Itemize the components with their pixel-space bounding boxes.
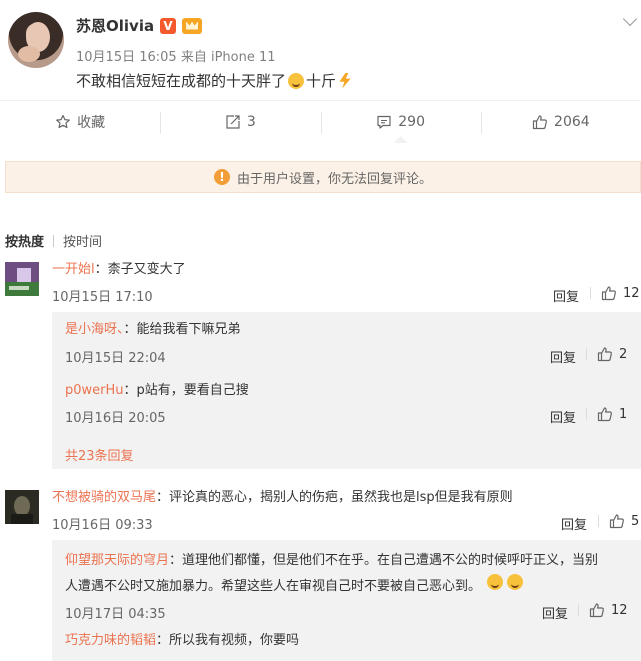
thumbs-up-icon (597, 347, 612, 362)
comments-section: ! 由于用户设置，你无法回复评论。 按热度 按时间 一开始l：柰子又变大了 10… (0, 143, 641, 661)
favorite-button[interactable]: 收藏 (0, 101, 160, 143)
divider (578, 604, 579, 616)
like-count: 2064 (554, 114, 590, 130)
reply-button[interactable]: 回复 (550, 347, 576, 366)
favorite-label: 收藏 (77, 115, 106, 131)
commenter-avatar[interactable] (5, 262, 39, 296)
weibo-post: 苏恩Olivia V 10月15日 16:05 来自 iPhone 11 不敢相… (0, 0, 641, 143)
repost-count: 3 (246, 114, 256, 130)
reply-time: 10月15日 22:04 (65, 351, 166, 366)
comment-body: ：评论真的恶心，揭别人的伤疤，虽然我也是lsp但是我有原则 (156, 490, 513, 505)
verified-v-icon[interactable]: V (160, 17, 177, 34)
commenter-avatar[interactable] (5, 490, 39, 524)
comment-text: 不想被骑的双马尾：评论真的恶心，揭别人的伤疤，虽然我也是lsp但是我有原则 (52, 488, 513, 508)
notice-text: 由于用户设置，你无法回复评论。 (236, 171, 432, 187)
lightning-bolt-icon (339, 72, 351, 89)
reply-thread: 仰望那天际的穹月：道理他们都懂，但是他们不在乎。在自己遭遇不公的时候呼吁正义，当… (52, 540, 641, 661)
action-bar: 收藏 3 290 2064 (0, 100, 641, 143)
comment-time: 10月16日 09:33 (52, 518, 153, 533)
comment-like-button[interactable]: 5 (598, 513, 639, 529)
reply-text: p0werHu：p站有，要看自己搜 (65, 381, 249, 401)
post-text: 不敢相信短短在成都的十天胖了 十斤 (76, 70, 352, 91)
sort-tabs: 按热度 按时间 (5, 231, 102, 250)
tab-sort-time[interactable]: 按时间 (63, 231, 102, 250)
author-name-row: 苏恩Olivia V (76, 15, 203, 36)
comment-body: ：柰子又变大了 (94, 262, 186, 277)
source-prefix: 来自 (180, 50, 207, 65)
reply-body: ：p站有，要看自己搜 (123, 383, 249, 398)
repost-icon (226, 115, 240, 129)
comment-username[interactable]: 一开始l (52, 262, 95, 277)
comment-icon (377, 115, 391, 129)
comment-like-count: 5 (631, 513, 640, 529)
author-name[interactable]: 苏恩Olivia (76, 15, 154, 36)
reply-username[interactable]: 仰望那天际的穹月 (65, 553, 169, 568)
reply-username[interactable]: p0werHu (65, 383, 124, 398)
thumbs-up-icon (609, 514, 624, 529)
reply-like-count: 2 (619, 346, 628, 362)
reply-button[interactable]: 回复 (550, 407, 576, 426)
reply-disabled-notice: ! 由于用户设置，你无法回复评论。 (5, 161, 641, 193)
reply-body-line2: 人遭遇不公时又施加暴力。希望这些人在审视自己时不要被自己恶心到。 (65, 579, 482, 594)
crying-face-emoji-icon (487, 574, 504, 590)
reply-time: 10月16日 20:05 (65, 411, 166, 426)
post-text-tail: 十斤 (306, 72, 337, 90)
tab-divider (53, 234, 55, 247)
reply-text: 仰望那天际的穹月：道理他们都懂，但是他们不在乎。在自己遭遇不公的时候呼吁正义，当… (65, 548, 598, 600)
exclamation-icon: ! (213, 169, 230, 185)
reply-body: ：能给我看下嘛兄弟 (123, 322, 241, 337)
reply-button[interactable]: 回复 (542, 603, 568, 622)
avatar-hand (18, 46, 40, 62)
post-date[interactable]: 10月15日 16:05 (76, 50, 177, 65)
comment-like-count: 12 (623, 285, 640, 301)
reply-button[interactable]: 回复 (561, 514, 587, 533)
comment-text: 一开始l：柰子又变大了 (52, 260, 186, 280)
reply-like-count: 12 (611, 602, 628, 618)
divider (586, 408, 587, 420)
chevron-down-icon[interactable] (622, 11, 638, 27)
reply-text: 是小海呀、：能给我看下嘛兄弟 (65, 320, 241, 340)
reply-text: 巧克力味的韬韬：所以我有视频，你要吗 (65, 631, 299, 651)
post-meta: 10月15日 16:05 来自 iPhone 11 (76, 46, 276, 65)
reply-like-button[interactable]: 2 (586, 346, 627, 362)
comment-button[interactable]: 290 (320, 101, 481, 143)
comment-time: 10月15日 17:10 (52, 290, 153, 305)
member-crown-icon[interactable] (182, 17, 203, 34)
thumbs-up-icon (532, 115, 547, 130)
reply-like-count: 1 (619, 406, 628, 422)
more-replies-link[interactable]: 共23条回复 (65, 445, 134, 464)
reply-like-button[interactable]: 12 (578, 602, 628, 618)
divider (586, 348, 587, 360)
divider (598, 515, 599, 527)
repost-button[interactable]: 3 (160, 101, 320, 143)
reply-like-button[interactable]: 1 (586, 406, 627, 422)
upside-down-face-emoji-icon (288, 72, 305, 89)
thumbs-up-icon (601, 286, 616, 301)
reply-thread: 是小海呀、：能给我看下嘛兄弟 10月15日 22:04 回复 2 p0werHu… (52, 312, 641, 469)
reply-username[interactable]: 巧克力味的韬韬 (65, 633, 156, 648)
author-avatar[interactable] (8, 12, 64, 68)
crying-face-emoji-icon (507, 574, 524, 590)
divider (590, 287, 591, 299)
reply-body-line1: ：道理他们都懂，但是他们不在乎。在自己遭遇不公的时候呼吁正义，当别 (169, 553, 599, 568)
comment-username[interactable]: 不想被骑的双马尾 (52, 490, 156, 505)
reply-button[interactable]: 回复 (553, 286, 579, 305)
star-icon (56, 114, 71, 129)
post-source: iPhone 11 (210, 50, 276, 65)
reply-username[interactable]: 是小海呀、 (65, 322, 124, 337)
tab-sort-hot[interactable]: 按热度 (5, 231, 44, 250)
thumbs-up-icon (597, 407, 612, 422)
post-text-main: 不敢相信短短在成都的十天胖了 (76, 72, 287, 90)
thumbs-up-icon (589, 603, 604, 618)
like-button[interactable]: 2064 (480, 101, 641, 143)
reply-body: ：所以我有视频，你要吗 (156, 633, 300, 648)
reply-time: 10月17日 04:35 (65, 607, 166, 622)
comment-count: 290 (398, 114, 425, 130)
comment-like-button[interactable]: 12 (590, 285, 640, 301)
